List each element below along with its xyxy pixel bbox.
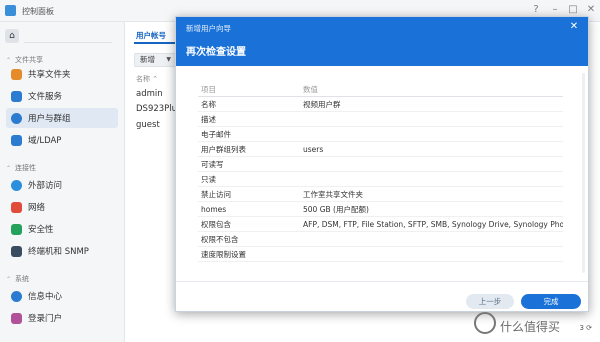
row-key: 只读 (201, 174, 216, 184)
file-services-icon (11, 90, 22, 102)
window-title: 控制面板 (22, 7, 54, 16)
table-row: homes 500 GB (用户配额) (198, 202, 563, 217)
tab-user-accounts[interactable]: 用户帐号 (136, 30, 166, 41)
row-value: 视频用户群 (303, 99, 341, 109)
minimize-icon[interactable]: – (549, 4, 561, 16)
done-button[interactable]: 完成 (521, 294, 581, 309)
column-label: 名称 (136, 75, 150, 83)
domain-icon (11, 134, 22, 146)
sidebar: ⌂ ⌃ 文件共享 共享文件夹 文件服务 用户与群组 域/LDAP ⌃ 连接性 外… (0, 22, 125, 342)
globe-icon (11, 179, 22, 191)
section-label: 系统 (15, 275, 30, 283)
row-value: 500 GB (用户配额) (303, 204, 369, 214)
row-value: users (303, 144, 324, 154)
section-connectivity[interactable]: ⌃ 连接性 (6, 163, 36, 173)
sidebar-item-terminal-snmp[interactable]: 终端机和 SNMP (6, 241, 118, 261)
help-icon[interactable]: ? (530, 4, 542, 16)
watermark-text: 什么值得买 (500, 320, 561, 334)
user-row-guest[interactable]: guest (136, 120, 160, 130)
sidebar-item-users-groups[interactable]: 用户与群组 (6, 108, 118, 128)
user-row-admin[interactable]: admin (136, 89, 163, 99)
control-panel-icon (5, 5, 16, 16)
sidebar-item-label: 信息中心 (28, 292, 63, 302)
section-system[interactable]: ⌃ 系统 (6, 274, 29, 284)
sidebar-item-label: 网络 (28, 203, 46, 213)
row-key: 权限包含 (201, 219, 231, 229)
sidebar-item-shared-folder[interactable]: 共享文件夹 (6, 64, 118, 84)
sidebar-item-login-portal[interactable]: 登录门户 (6, 308, 118, 328)
add-user-button[interactable]: 新增 ▼ (134, 53, 176, 67)
row-key: homes (201, 204, 227, 214)
row-value: AFP, DSM, FTP, File Station, SFTP, SMB, … (303, 219, 563, 229)
row-key: 权限不包含 (201, 234, 239, 244)
sidebar-item-label: 共享文件夹 (28, 70, 71, 80)
table-row: 可读写 (198, 157, 563, 172)
portal-icon (11, 312, 22, 324)
scrollbar[interactable] (582, 73, 585, 273)
sidebar-item-label: 外部访问 (28, 181, 63, 191)
sidebar-item-external-access[interactable]: 外部访问 (6, 175, 118, 195)
terminal-icon (11, 245, 22, 257)
column-header-item: 项目 (201, 84, 216, 94)
footer-divider (176, 281, 588, 282)
close-window-icon[interactable]: ✕ (585, 4, 597, 16)
shield-icon (11, 223, 22, 235)
sidebar-item-network[interactable]: 网络 (6, 197, 118, 217)
chevron-up-icon: ⌃ (6, 56, 12, 64)
item-count-value: 3 (579, 324, 584, 332)
tab-underline (134, 42, 176, 44)
row-key: 速度限制设置 (201, 249, 246, 259)
column-header-value: 数值 (303, 84, 318, 94)
sidebar-item-label: 登录门户 (28, 314, 63, 324)
folder-icon (11, 68, 22, 80)
sidebar-item-label: 域/LDAP (28, 136, 62, 146)
row-key: 可读写 (201, 159, 224, 169)
chevron-down-icon: ▼ (166, 56, 171, 63)
sidebar-item-label: 安全性 (28, 225, 54, 235)
column-header-name[interactable]: 名称 ⌃ (136, 74, 158, 84)
sidebar-item-file-services[interactable]: 文件服务 (6, 86, 118, 106)
table-row: 名称 视频用户群 (198, 97, 563, 112)
row-key: 描述 (201, 114, 216, 124)
watermark-logo (474, 312, 496, 334)
section-label: 连接性 (15, 164, 37, 172)
sidebar-item-label: 终端机和 SNMP (28, 247, 89, 257)
table-row: 描述 (198, 112, 563, 127)
item-count: 3 ⟳ (579, 324, 592, 332)
back-button[interactable]: 上一步 (466, 294, 514, 309)
sidebar-item-label: 用户与群组 (28, 114, 71, 124)
dialog-header: 新增用户向导 ✕ 再次检查设置 (176, 17, 588, 66)
table-header-row: 项目 数值 (198, 82, 563, 97)
row-key: 禁止访问 (201, 189, 231, 199)
dialog-title: 新增用户向导 (186, 24, 231, 33)
add-button-label: 新增 (140, 55, 155, 64)
table-row: 只读 (198, 172, 563, 187)
table-row: 禁止访问 工作室共享文件夹 (198, 187, 563, 202)
home-icon[interactable]: ⌂ (5, 29, 19, 43)
table-row: 权限不包含 (198, 232, 563, 247)
table-row: 速度限制设置 (198, 247, 563, 262)
row-key: 用户群组列表 (201, 144, 246, 154)
network-icon (11, 201, 22, 213)
close-icon[interactable]: ✕ (568, 21, 580, 32)
dialog-heading: 再次检查设置 (186, 47, 246, 58)
chevron-up-icon: ⌃ (6, 164, 12, 172)
sidebar-item-info-center[interactable]: 信息中心 (6, 286, 118, 306)
sidebar-item-label: 文件服务 (28, 92, 63, 102)
review-settings-table: 项目 数值 名称 视频用户群 描述 电子邮件 用户群组列表 users 可读写 … (198, 82, 563, 262)
chevron-up-icon: ⌃ (6, 275, 12, 283)
sidebar-item-security[interactable]: 安全性 (6, 219, 118, 239)
add-user-wizard-dialog: 新增用户向导 ✕ 再次检查设置 项目 数值 名称 视频用户群 描述 电子邮件 用… (175, 16, 589, 312)
users-icon (11, 112, 22, 124)
sidebar-search[interactable] (24, 29, 112, 43)
row-value: 工作室共享文件夹 (303, 189, 363, 199)
row-key: 名称 (201, 99, 216, 109)
sidebar-item-domain-ldap[interactable]: 域/LDAP (6, 130, 118, 150)
table-row: 用户群组列表 users (198, 142, 563, 157)
table-row: 权限包含 AFP, DSM, FTP, File Station, SFTP, … (198, 217, 563, 232)
info-icon (11, 290, 22, 302)
table-row: 电子邮件 (198, 127, 563, 142)
row-key: 电子邮件 (201, 129, 231, 139)
maximize-icon[interactable]: □ (567, 4, 579, 16)
